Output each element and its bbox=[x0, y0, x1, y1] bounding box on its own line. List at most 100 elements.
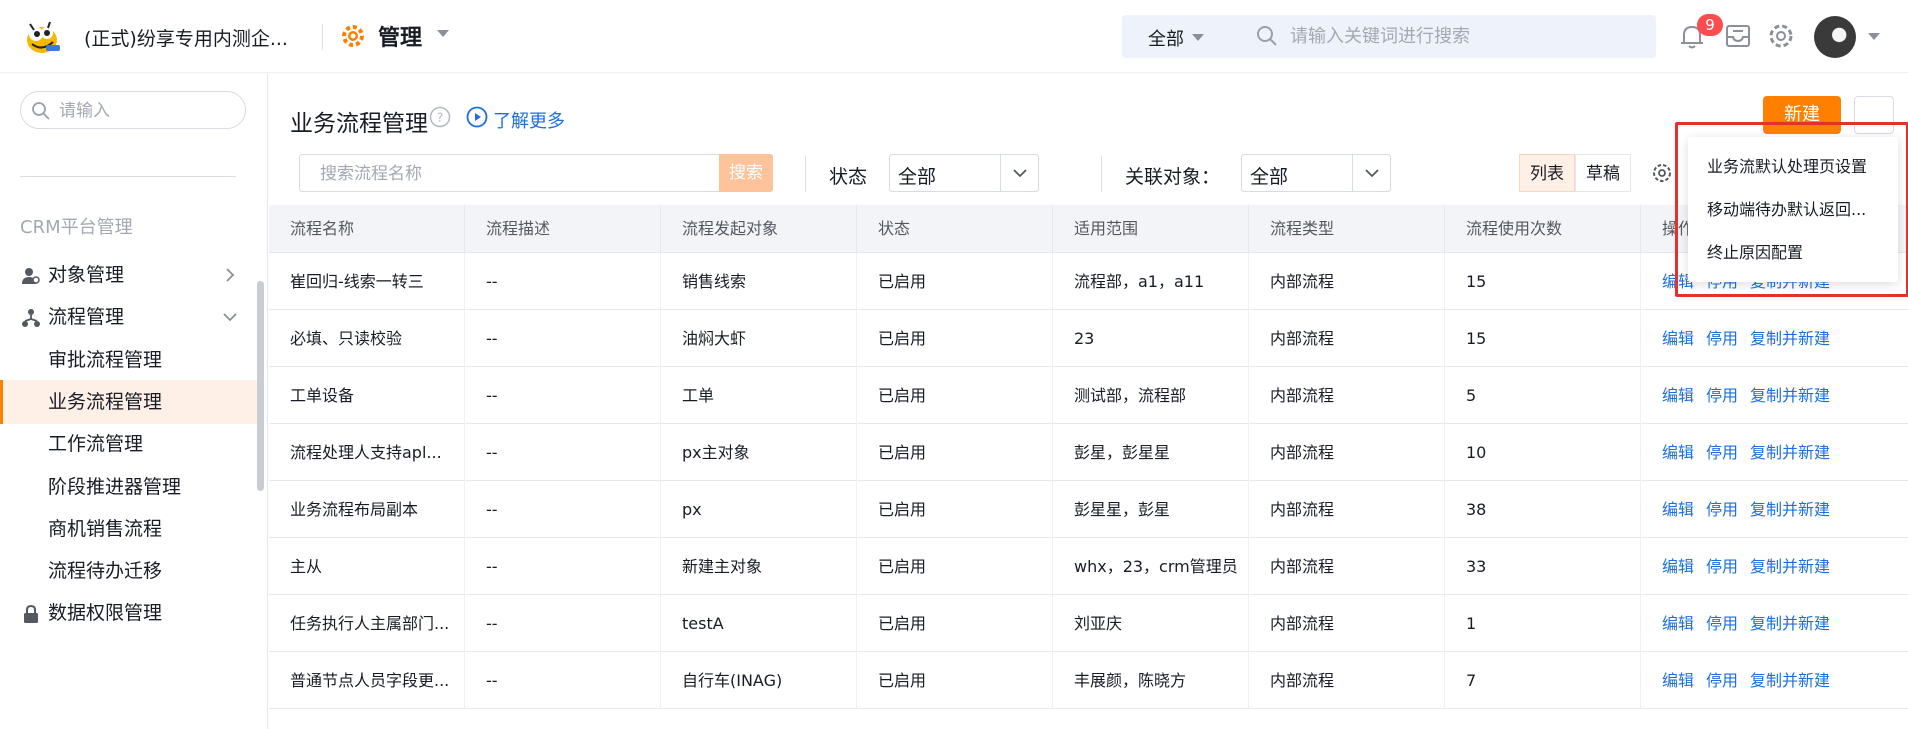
table-row[interactable]: 工单设备 -- 工单 已启用 测试部，流程部 内部流程 5 编辑 停用 复制并新建 bbox=[269, 367, 1908, 424]
sidebar-item-label: 商机销售流程 bbox=[48, 518, 163, 540]
copy-new-link[interactable]: 复制并新建 bbox=[1750, 500, 1830, 519]
sidebar-item-label: 流程待办迁移 bbox=[48, 560, 163, 582]
sidebar-item-opportunity-sales-flow[interactable]: 商机销售流程 bbox=[0, 507, 262, 551]
sidebar-search bbox=[20, 91, 246, 129]
disable-link[interactable]: 停用 bbox=[1706, 557, 1738, 576]
play-circle-icon[interactable] bbox=[466, 106, 488, 128]
edit-link[interactable]: 编辑 bbox=[1662, 500, 1694, 519]
disable-link[interactable]: 停用 bbox=[1706, 329, 1738, 348]
app-logo[interactable] bbox=[20, 14, 64, 58]
module-title[interactable]: 管理 bbox=[378, 20, 422, 52]
cell-object: px主对象 bbox=[661, 424, 857, 481]
sidebar-section-title: CRM平台管理 bbox=[20, 217, 133, 238]
copy-new-link[interactable]: 复制并新建 bbox=[1750, 329, 1830, 348]
table-row[interactable]: 主从 -- 新建主对象 已启用 whx，23，crm管理员 内部流程 33 编辑… bbox=[269, 538, 1908, 595]
inbox-icon[interactable] bbox=[1722, 20, 1754, 52]
caret-down-icon[interactable] bbox=[437, 30, 449, 37]
table-row[interactable]: 普通节点人员字段更... -- 自行车(INAG) 已启用 丰展颜，陈晓方 内部… bbox=[269, 652, 1908, 709]
object-select-value: 全部 bbox=[1250, 166, 1289, 188]
cell-name: 普通节点人员字段更... bbox=[269, 652, 465, 709]
flow-name-input[interactable] bbox=[320, 162, 720, 186]
column-header-desc[interactable]: 流程描述 bbox=[465, 205, 661, 253]
header-divider bbox=[322, 24, 323, 50]
disable-link[interactable]: 停用 bbox=[1706, 386, 1738, 405]
sidebar-search-input[interactable] bbox=[59, 99, 239, 123]
sidebar-item-label: 数据权限管理 bbox=[48, 602, 163, 624]
chevron-down-icon bbox=[1013, 169, 1027, 178]
cell-name: 任务执行人主属部门... bbox=[269, 595, 465, 652]
column-header-scope[interactable]: 适用范围 bbox=[1053, 205, 1249, 253]
search-icon bbox=[1257, 26, 1277, 46]
edit-link[interactable]: 编辑 bbox=[1662, 614, 1694, 633]
copy-new-link[interactable]: 复制并新建 bbox=[1750, 671, 1830, 690]
edit-link[interactable]: 编辑 bbox=[1662, 557, 1694, 576]
sidebar-item-flow-management[interactable]: 流程管理 bbox=[0, 295, 262, 339]
global-search-input[interactable] bbox=[1290, 21, 1640, 51]
sidebar-item-business-flow[interactable]: 业务流程管理 bbox=[0, 380, 262, 424]
search-scope-select[interactable]: 全部 bbox=[1148, 25, 1184, 51]
table-row[interactable]: 任务执行人主属部门... -- testA 已启用 刘亚庆 内部流程 1 编辑停… bbox=[269, 595, 1908, 652]
sidebar-scrollbar[interactable] bbox=[257, 281, 264, 491]
filter-divider bbox=[1101, 156, 1102, 192]
table-row[interactable]: 业务流程布局副本 -- px 已启用 彭星星，彭星 内部流程 38 编辑 停用 复制… bbox=[269, 481, 1908, 538]
sidebar-item-todo-migration[interactable]: 流程待办迁移 bbox=[0, 549, 262, 593]
select-arrow bbox=[1352, 155, 1390, 191]
user-avatar[interactable] bbox=[1814, 16, 1856, 58]
tab-list[interactable]: 列表 bbox=[1519, 154, 1575, 192]
copy-new-link[interactable]: 复制并新建 bbox=[1750, 386, 1830, 405]
cell-object: 自行车(INAG) bbox=[661, 652, 857, 709]
cell-count: 15 bbox=[1445, 310, 1641, 367]
cell-desc: -- bbox=[465, 538, 661, 595]
settings-icon[interactable] bbox=[1651, 162, 1673, 184]
cell-status: 已启用 bbox=[857, 253, 1053, 310]
disable-link[interactable]: 停用 bbox=[1706, 671, 1738, 690]
sidebar-item-object-management[interactable]: 对象管理 bbox=[0, 253, 262, 297]
cell-count: 38 bbox=[1445, 481, 1641, 538]
cell-desc: -- bbox=[465, 367, 661, 424]
sidebar-item-approval-flow[interactable]: 审批流程管理 bbox=[0, 338, 262, 382]
column-header-name[interactable]: 流程名称 bbox=[269, 205, 465, 253]
table-row[interactable]: 流程处理人支持apl... -- px主对象 已启用 彭星，彭星星 内部流程 1… bbox=[269, 424, 1908, 481]
disable-link[interactable]: 停用 bbox=[1706, 614, 1738, 633]
caret-down-icon[interactable] bbox=[1868, 33, 1880, 40]
copy-new-link[interactable]: 复制并新建 bbox=[1750, 443, 1830, 462]
sidebar-item-stage-advancer[interactable]: 阶段推进器管理 bbox=[0, 465, 262, 509]
cell-scope: 测试部，流程部 bbox=[1053, 367, 1249, 424]
edit-link[interactable]: 编辑 bbox=[1662, 386, 1694, 405]
copy-new-link[interactable]: 复制并新建 bbox=[1750, 614, 1830, 633]
tab-draft[interactable]: 草稿 bbox=[1575, 154, 1631, 192]
help-icon[interactable]: ? bbox=[429, 106, 451, 128]
search-button[interactable]: 搜索 bbox=[719, 154, 773, 192]
disable-link[interactable]: 停用 bbox=[1706, 443, 1738, 462]
sidebar: CRM平台管理 对象管理 流程管理 审批流程管理 业务流程管理 工作流管理 阶段… bbox=[0, 74, 268, 729]
sidebar-item-label: 流程管理 bbox=[48, 306, 125, 328]
learn-more-link[interactable]: 了解更多 bbox=[493, 107, 565, 133]
flow-name-search bbox=[299, 154, 773, 192]
table-row[interactable]: 必填、只读校验 -- 油焖大虾 已启用 23 内部流程 15 编辑 停用 复制并新建 bbox=[269, 310, 1908, 367]
sidebar-item-data-permission[interactable]: 数据权限管理 bbox=[0, 591, 262, 635]
column-header-type[interactable]: 流程类型 bbox=[1249, 205, 1445, 253]
status-select[interactable]: 全部 bbox=[889, 154, 1039, 192]
cell-status: 已启用 bbox=[857, 538, 1053, 595]
settings-gear-icon[interactable] bbox=[1765, 20, 1797, 52]
disable-link[interactable]: 停用 bbox=[1706, 500, 1738, 519]
company-name[interactable]: (正式)纷享专用内测企... bbox=[84, 24, 288, 51]
cell-count: 33 bbox=[1445, 538, 1641, 595]
object-select[interactable]: 全部 bbox=[1241, 154, 1391, 192]
cell-count: 1 bbox=[1445, 595, 1641, 652]
cell-name: 主从 bbox=[269, 538, 465, 595]
sidebar-item-workflow[interactable]: 工作流管理 bbox=[0, 422, 262, 466]
column-header-count[interactable]: 流程使用次数 bbox=[1445, 205, 1641, 253]
search-icon bbox=[32, 102, 50, 120]
table-row[interactable]: 崔回归-线索一转三 -- 销售线索 已启用 流程部，a1，a11 内部流程 15… bbox=[269, 253, 1908, 310]
caret-down-icon[interactable] bbox=[1192, 34, 1204, 41]
cell-scope: 23 bbox=[1053, 310, 1249, 367]
copy-new-link[interactable]: 复制并新建 bbox=[1750, 557, 1830, 576]
manage-gear-icon bbox=[342, 25, 364, 47]
edit-link[interactable]: 编辑 bbox=[1662, 443, 1694, 462]
edit-link[interactable]: 编辑 bbox=[1662, 329, 1694, 348]
global-search: 全部 bbox=[1122, 15, 1656, 58]
edit-link[interactable]: 编辑 bbox=[1662, 671, 1694, 690]
column-header-object[interactable]: 流程发起对象 bbox=[661, 205, 857, 253]
column-header-status[interactable]: 状态 bbox=[857, 205, 1053, 253]
